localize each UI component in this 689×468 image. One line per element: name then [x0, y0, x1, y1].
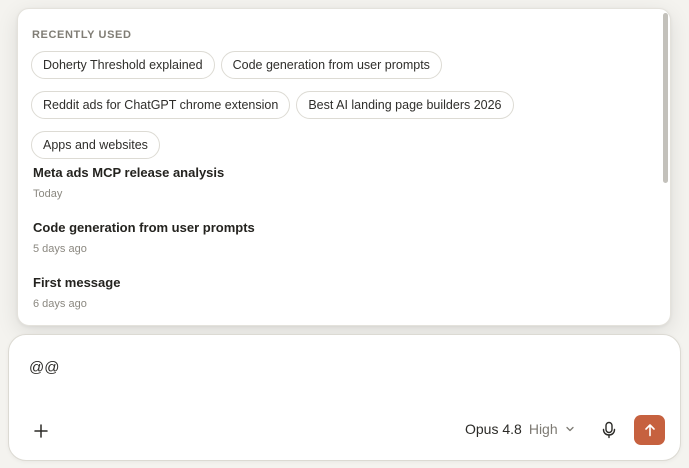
conversation-title: Code generation from user prompts [33, 220, 255, 235]
conversation-title: Meta ads MCP release analysis [33, 165, 225, 180]
model-effort: High [528, 421, 558, 437]
chip-recent[interactable]: Best AI landing page builders 2026 [296, 91, 514, 119]
chip-recent[interactable]: Doherty Threshold explained [31, 51, 215, 79]
microphone-icon [602, 421, 616, 439]
arrow-up-icon [644, 424, 655, 437]
section-title-recently-used: RECENTLY USED [32, 29, 132, 41]
conversation-date: Today [33, 188, 63, 200]
conversation-date: 6 days ago [33, 298, 87, 310]
message-composer: @@ Opus 4.8 High [8, 334, 681, 461]
recent-chips: Doherty Threshold explained Code generat… [31, 51, 631, 159]
conversation-item[interactable]: Code generation from user prompts 5 days… [33, 220, 653, 275]
chip-recent[interactable]: Reddit ads for ChatGPT chrome extension [31, 91, 291, 119]
chevron-down-icon [565, 424, 575, 434]
chip-recent[interactable]: Code generation from user prompts [220, 51, 442, 79]
model-selector[interactable]: Opus 4.8 High [465, 421, 575, 437]
conversation-item[interactable]: First message 6 days ago [33, 275, 653, 325]
send-button[interactable] [634, 415, 665, 445]
message-input[interactable]: @@ [29, 359, 59, 376]
popup-scrollbar[interactable] [663, 13, 668, 183]
plus-icon [34, 424, 48, 438]
chip-recent[interactable]: Apps and websites [31, 131, 160, 159]
conversation-list: Meta ads MCP release analysis Today Code… [33, 165, 653, 325]
conversation-title: First message [33, 275, 121, 290]
conversation-date: 5 days ago [33, 243, 87, 255]
voice-input-button[interactable] [597, 418, 621, 442]
conversation-item[interactable]: Meta ads MCP release analysis Today [33, 165, 653, 220]
model-name: Opus 4.8 [465, 421, 522, 437]
add-attachment-button[interactable] [29, 419, 53, 443]
mention-popup: RECENTLY USED Doherty Threshold explaine… [17, 8, 671, 326]
